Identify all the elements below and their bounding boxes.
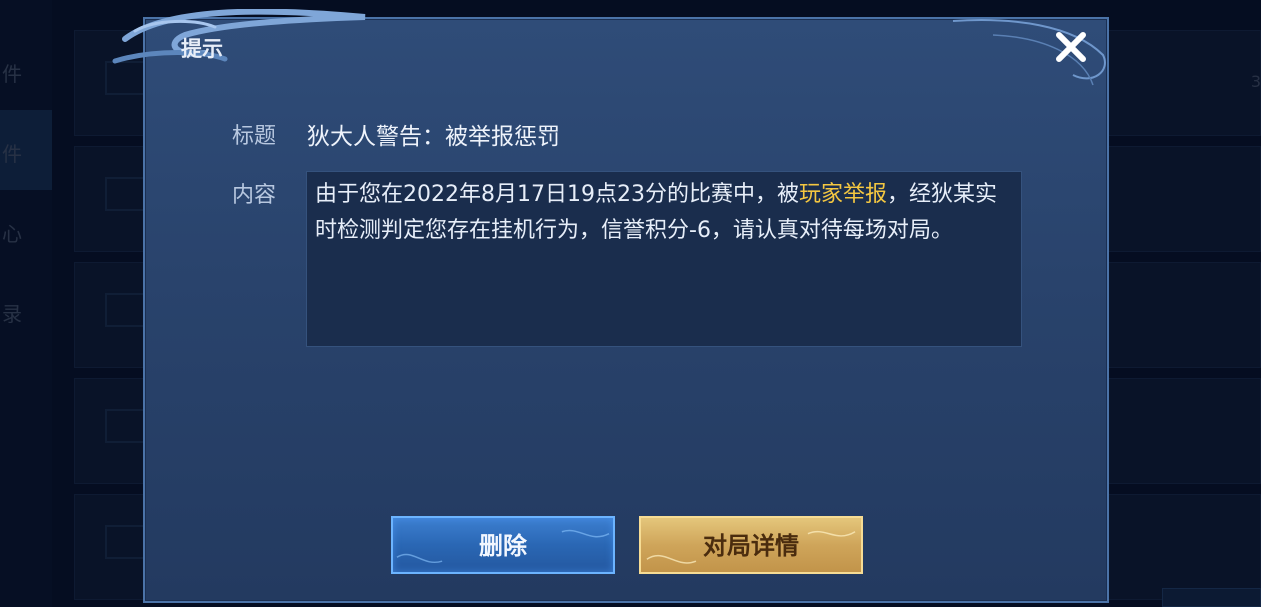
match-details-button[interactable]: 对局详情 (639, 516, 863, 574)
subject-value: 狄大人警告：被举报惩罚 (307, 124, 560, 150)
player-report-highlight: 玩家举报 (798, 182, 887, 207)
dialog-title: 提示 (181, 37, 223, 61)
delete-button[interactable]: 删除 (391, 516, 615, 574)
content-text: 由于您在2022年8月17日19点23分的比赛中，被玩家举报，经狄某实时检测判定… (306, 171, 1022, 347)
close-button[interactable] (1051, 27, 1091, 67)
content-prefix: 由于您在2022年8月17日19点23分的比赛中，被 (315, 182, 799, 207)
subject-label: 标题 (232, 124, 277, 149)
match-details-button-label: 对局详情 (703, 532, 799, 560)
delete-button-label: 删除 (479, 532, 527, 560)
notice-dialog: 提示 标题 狄大人警告：被举报惩罚 内容 由于您在2022年8月17日19点23… (112, 9, 1109, 603)
cloud-swirl-decoration (112, 9, 366, 64)
close-icon (1056, 32, 1086, 62)
content-label: 内容 (232, 183, 277, 208)
